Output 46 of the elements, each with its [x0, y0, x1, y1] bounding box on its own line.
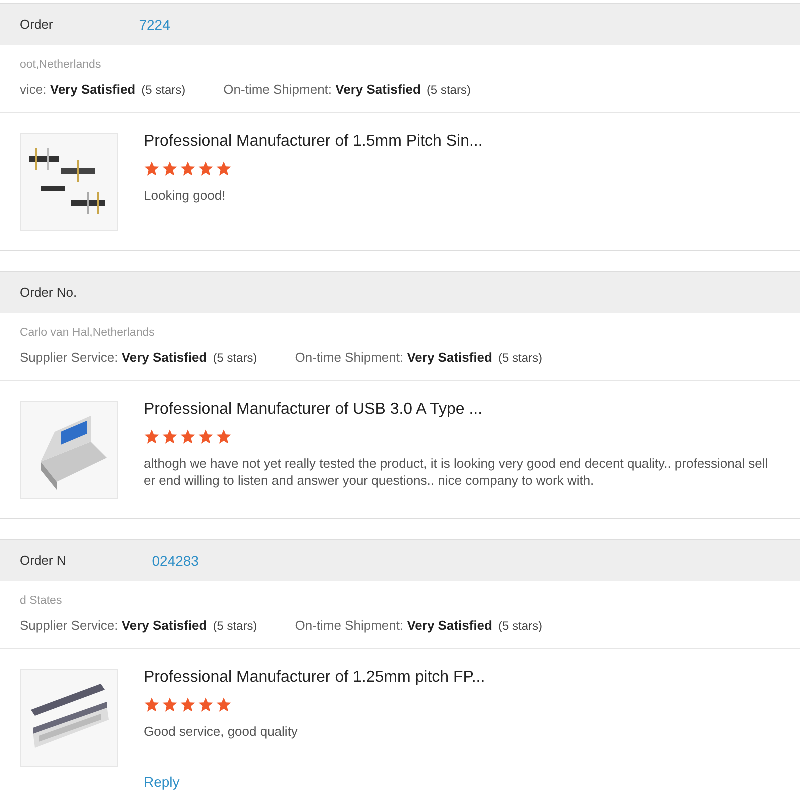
buyer-location: Carlo van Hal,Netherlands — [20, 326, 156, 341]
star-icon — [216, 161, 232, 177]
review-comment: althogh we have not yet really tested the product, it is looking very good end decent quality.. professional seller end willing to listen and answer your questions.. nice company to work with. — [144, 455, 770, 489]
star-icon — [162, 697, 178, 713]
star-icon — [180, 697, 196, 713]
order-label: Order — [20, 17, 54, 32]
star-icon — [198, 429, 214, 445]
rating-note: (5 stars) — [498, 351, 542, 365]
rating-label: vice: — [20, 82, 47, 97]
star-icon — [162, 429, 178, 445]
buyer-location: oot,Netherlands — [20, 58, 102, 73]
rating-note: (5 stars) — [426, 83, 471, 97]
star-icon — [198, 697, 214, 713]
rating-note: (5 stars) — [498, 619, 542, 633]
review-comment: Good service, good quality — [144, 723, 299, 740]
rating-value: Very Satisfied — [336, 82, 421, 97]
star-icon — [162, 161, 178, 177]
rating-label: Supplier Service: — [20, 350, 118, 365]
reply-link[interactable]: Reply — [144, 774, 180, 790]
rating-note: (5 stars) — [213, 619, 258, 633]
rating-value: Very Satisfied — [407, 350, 492, 365]
star-icon — [180, 429, 196, 445]
rating-label: On-time Shipment: — [295, 350, 404, 365]
rating-note: (5 stars) — [142, 83, 186, 97]
rating-value: Very Satisfied — [407, 618, 492, 633]
star-icon — [180, 161, 196, 177]
review-comment: Looking good! — [144, 187, 227, 204]
star-icon — [144, 697, 160, 713]
buyer-location: d States — [20, 594, 64, 609]
product-title[interactable]: Professional Manufacturer of 1.5mm Pitch Sin... — [144, 133, 774, 151]
star-icon — [144, 161, 160, 177]
rating-value: Very Satisfied — [122, 350, 208, 365]
order-label: Order No. — [20, 285, 78, 300]
rating-label: On-time Shipment: — [224, 82, 332, 97]
star-icon — [198, 161, 214, 177]
rating-label: On-time Shipment: — [295, 618, 404, 633]
rating-value: Very Satisfied — [122, 618, 208, 633]
star-icon — [216, 697, 232, 713]
rating-label: Supplier Service: — [20, 618, 118, 633]
product-title[interactable]: Professional Manufacturer of USB 3.0 A Type ... — [144, 401, 774, 419]
star-icon — [144, 429, 160, 445]
star-icon — [216, 429, 232, 445]
product-title[interactable]: Professional Manufacturer of 1.25mm pitch FP... — [144, 669, 774, 687]
rating-value: Very Satisfied — [50, 82, 136, 97]
order-label: Order N — [20, 553, 66, 568]
rating-note: (5 stars) — [213, 351, 258, 365]
